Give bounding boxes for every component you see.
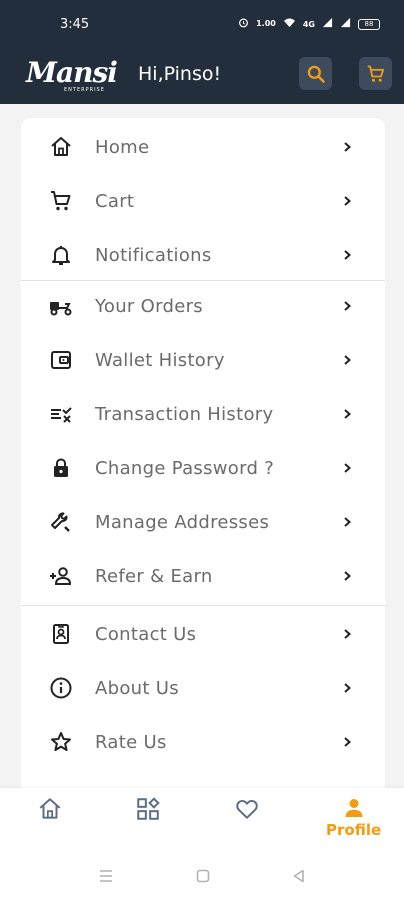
wrench-icon	[47, 508, 75, 536]
chevron-right-icon	[344, 683, 352, 693]
wallet-icon	[47, 346, 75, 374]
menu-item-notifications[interactable]: Notifications	[21, 228, 385, 282]
menu-item-contact-us[interactable]: Contact Us	[21, 607, 385, 661]
lock-icon	[47, 454, 75, 482]
star-icon	[47, 728, 75, 756]
transaction-list-icon	[47, 400, 75, 428]
divider	[21, 605, 385, 606]
alarm-icon	[238, 17, 249, 31]
chevron-right-icon	[344, 301, 352, 311]
menu-item-cart[interactable]: Cart	[21, 174, 385, 228]
chevron-right-icon	[344, 517, 352, 527]
home-icon	[47, 133, 75, 161]
menu-item-refer-earn[interactable]: Refer & Earn	[21, 549, 385, 603]
chevron-right-icon	[344, 571, 352, 581]
menu-item-label: Manage Addresses	[95, 511, 270, 533]
volte-icon: 4G	[302, 19, 315, 29]
menu-item-label: Your Orders	[95, 295, 203, 317]
menu-item-label: Contact Us	[95, 623, 197, 645]
back-triangle-icon[interactable]	[291, 868, 307, 884]
cart-icon	[367, 65, 384, 82]
add-person-icon	[47, 562, 75, 590]
search-button[interactable]	[299, 57, 332, 90]
chevron-right-icon	[344, 629, 352, 639]
cart-icon	[47, 187, 75, 215]
menu-item-label: Home	[95, 136, 150, 158]
contact-badge-icon	[47, 620, 75, 648]
data-speed-icon: 1.00	[256, 19, 276, 28]
menu-item-transaction-history[interactable]: Transaction History	[21, 387, 385, 441]
home-icon	[39, 798, 61, 819]
nav-wishlist[interactable]	[234, 796, 260, 822]
signal-icon-2	[340, 17, 351, 31]
nav-home[interactable]	[37, 796, 63, 822]
delivery-scooter-icon	[47, 292, 75, 320]
menu-item-label: Wallet History	[95, 349, 225, 371]
chevron-right-icon	[344, 250, 352, 260]
app-header: Mansi ENTERPRISE Hi,Pinso!	[0, 52, 404, 104]
bell-icon	[47, 241, 75, 269]
menu-item-label: Refer & Earn	[95, 565, 213, 587]
status-bar: 3:45 1.00 4G 88	[0, 0, 404, 52]
info-icon	[47, 674, 75, 702]
menu-item-label: Notifications	[95, 244, 212, 266]
chevron-right-icon	[344, 463, 352, 473]
menu-item-rate-us[interactable]: Rate Us	[21, 715, 385, 769]
chevron-right-icon	[344, 142, 352, 152]
signal-icon	[322, 17, 333, 31]
brand-logo: Mansi	[26, 56, 118, 89]
status-time: 3:45	[60, 17, 90, 32]
menu-item-your-orders[interactable]: Your Orders	[21, 279, 385, 333]
menu-item-label: Cart	[95, 190, 135, 212]
menu-item-label: Rate Us	[95, 731, 167, 753]
menu-item-label: About Us	[95, 677, 179, 699]
menu-item-manage-addresses[interactable]: Manage Addresses	[21, 495, 385, 549]
chevron-right-icon	[344, 196, 352, 206]
menu-item-label: Transaction History	[95, 403, 274, 425]
heart-icon	[236, 799, 258, 819]
nav-profile[interactable]: Profile	[326, 796, 381, 839]
nav-profile-label: Profile	[326, 821, 382, 839]
person-icon	[345, 799, 363, 817]
categories-icon	[137, 797, 160, 820]
chevron-right-icon	[344, 737, 352, 747]
chevron-right-icon	[344, 409, 352, 419]
profile-menu: Home Cart Notifications Your Orders Wall…	[21, 118, 385, 808]
battery-icon: 88	[358, 18, 380, 30]
status-icons: 1.00 4G 88	[238, 17, 380, 31]
menu-item-wallet-history[interactable]: Wallet History	[21, 333, 385, 387]
greeting-text: Hi,Pinso!	[138, 63, 222, 85]
wifi-icon	[283, 17, 296, 31]
chevron-right-icon	[344, 355, 352, 365]
menu-item-home[interactable]: Home	[21, 120, 385, 174]
nav-categories[interactable]	[135, 796, 161, 822]
system-nav-bar	[0, 854, 404, 900]
header-cart-button[interactable]	[359, 57, 392, 90]
brand-subtitle: ENTERPRISE	[64, 87, 105, 93]
menu-item-about-us[interactable]: About Us	[21, 661, 385, 715]
menu-lines-icon[interactable]	[98, 868, 114, 884]
menu-item-change-password[interactable]: Change Password ?	[21, 441, 385, 495]
search-icon	[307, 65, 325, 83]
menu-item-label: Change Password ?	[95, 457, 275, 479]
bottom-nav: Profile	[0, 788, 404, 854]
square-home-icon[interactable]	[195, 868, 211, 884]
